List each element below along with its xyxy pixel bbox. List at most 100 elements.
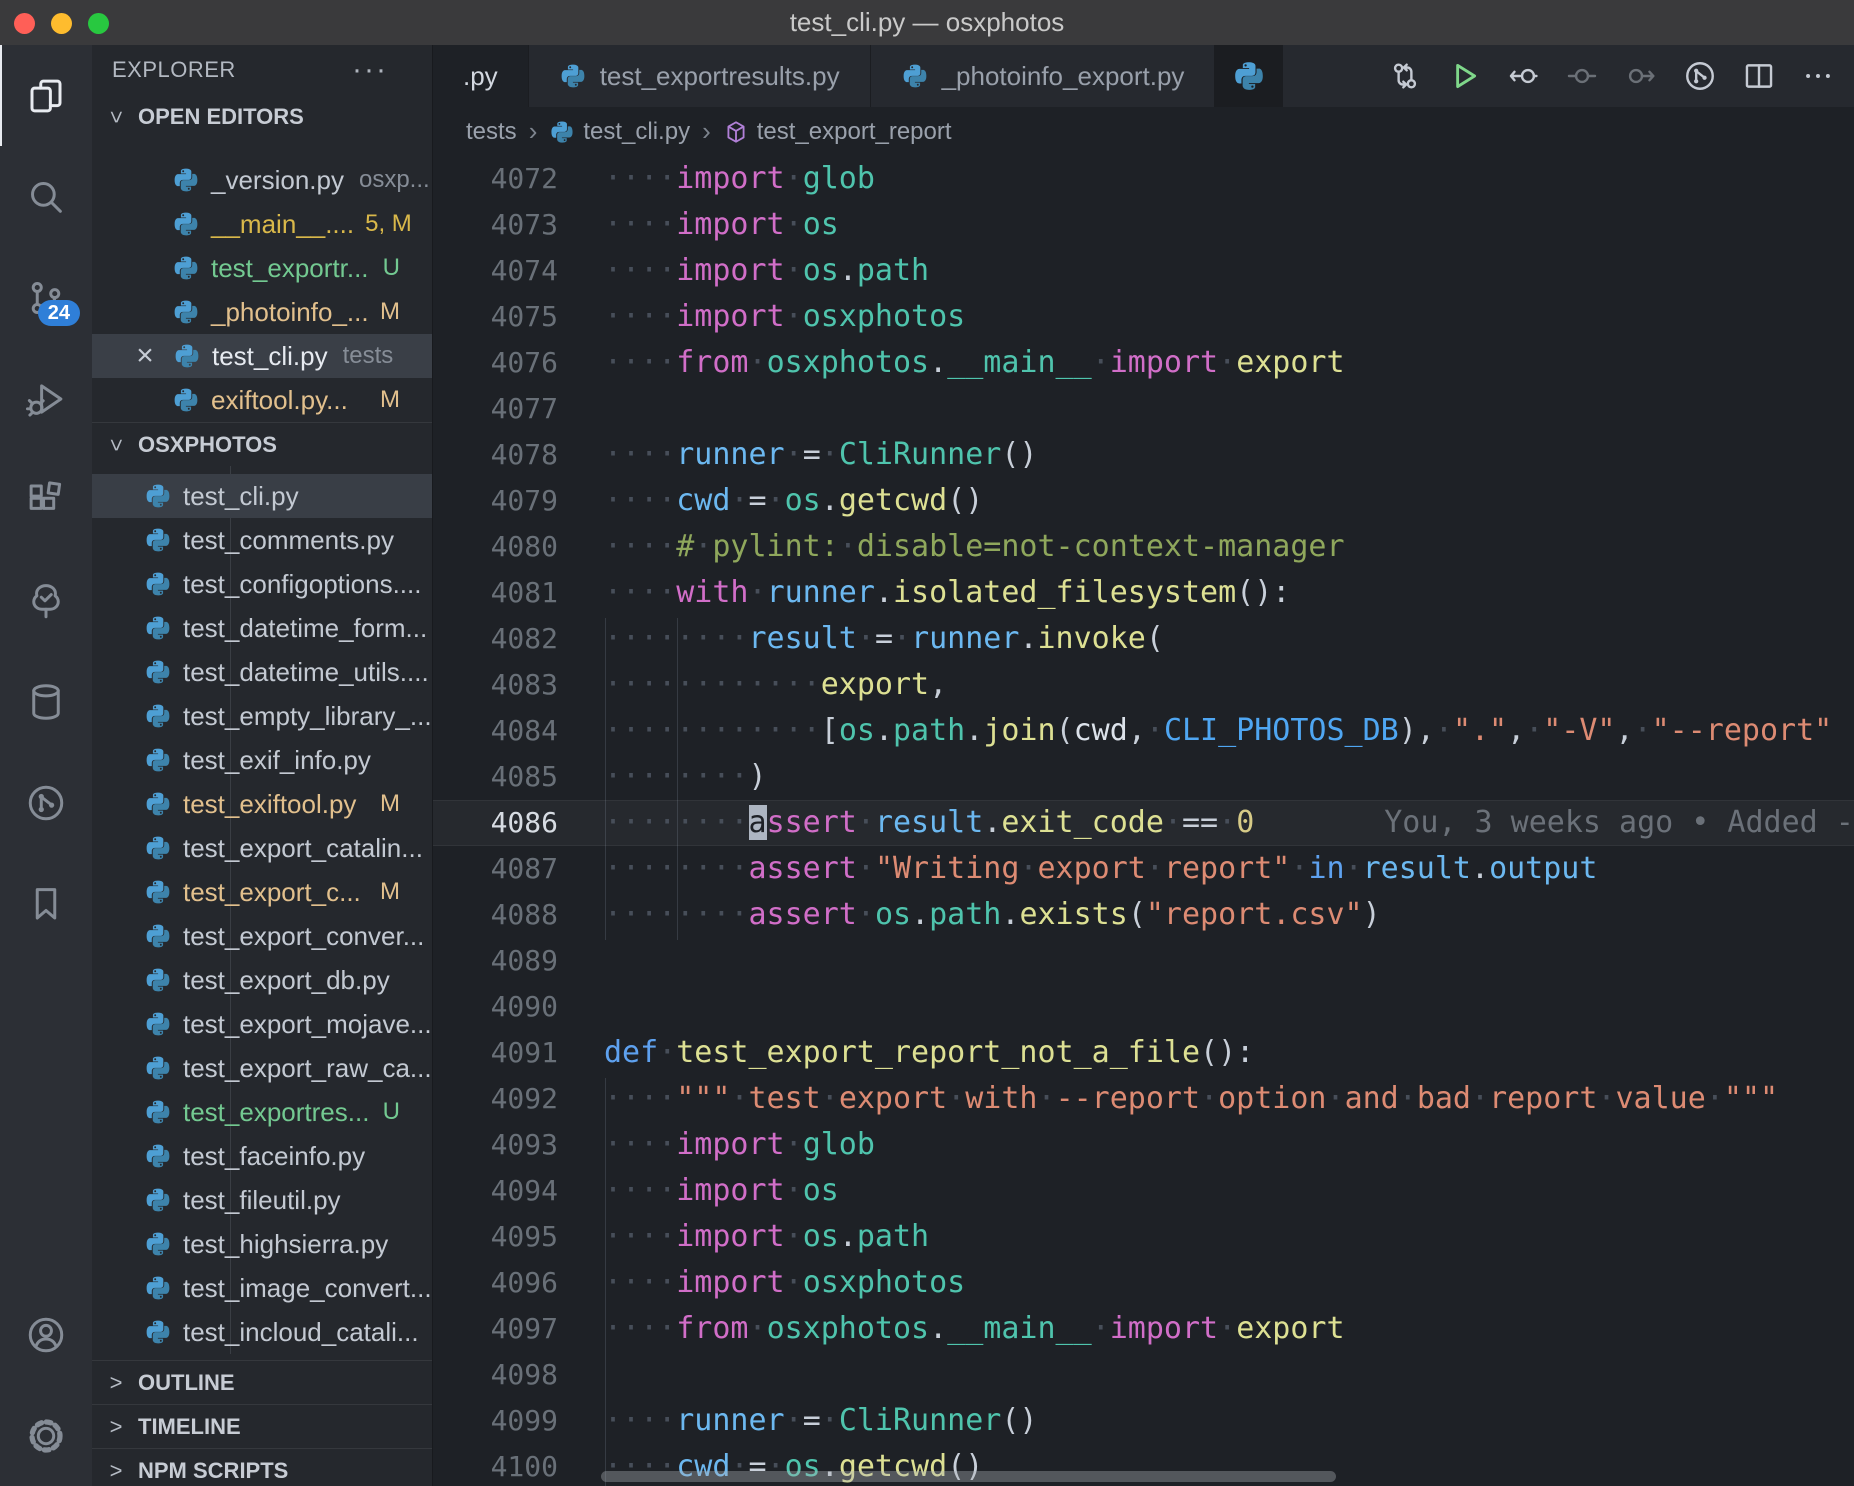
- code-line[interactable]: 4080····#·pylint:·disable=not-context-ma…: [433, 524, 1854, 570]
- compare-changes-button[interactable]: [1386, 57, 1424, 95]
- chevron-down-icon: >: [103, 105, 129, 129]
- python-icon: [144, 526, 172, 554]
- code-line[interactable]: 4087········assert·"Writing·export·repor…: [433, 846, 1854, 892]
- code-line[interactable]: 4093····import·glob: [433, 1122, 1854, 1168]
- tree-item[interactable]: test_exif_info.py: [92, 738, 432, 782]
- sidebar-section-timeline[interactable]: >TIMELINE: [92, 1404, 432, 1448]
- scm-changes-badge: 24: [38, 300, 80, 326]
- code-area[interactable]: 4072····import·glob4073····import·os4074…: [433, 156, 1854, 1486]
- horizontal-scrollbar[interactable]: [601, 1471, 1336, 1482]
- tree-item[interactable]: test_export_conver...: [92, 914, 432, 958]
- tree-item[interactable]: test_datetime_form...: [92, 606, 432, 650]
- code-line[interactable]: 4098: [433, 1352, 1854, 1398]
- code-line[interactable]: 4075····import·osxphotos: [433, 294, 1854, 340]
- tree-item[interactable]: test_export_catalin...: [92, 826, 432, 870]
- activity-item-git-graph[interactable]: [0, 752, 92, 853]
- activity-item-explorer[interactable]: [0, 45, 92, 146]
- code-line[interactable]: 4085········): [433, 754, 1854, 800]
- tree-item[interactable]: test_export_db.py: [92, 958, 432, 1002]
- file-name: test_empty_library_...: [183, 701, 432, 732]
- breadcrumb-item[interactable]: test_cli.py: [549, 118, 690, 146]
- tree-item[interactable]: test_exiftool.pyM: [92, 782, 432, 826]
- open-editors-header[interactable]: > OPEN EDITORS: [92, 95, 432, 138]
- code-line[interactable]: 4097····from·osxphotos.__main__·import·e…: [433, 1306, 1854, 1352]
- file-name: __main__....: [211, 209, 354, 240]
- activity-item-bookmarks[interactable]: [0, 853, 92, 954]
- code-line[interactable]: 4088········assert·os.path.exists("repor…: [433, 892, 1854, 938]
- activity-item-testing[interactable]: [0, 550, 92, 651]
- editor-tab[interactable]: .py: [433, 45, 529, 107]
- file-name: test_export_catalin...: [183, 833, 423, 864]
- activity-item-source-control[interactable]: 24: [0, 247, 92, 348]
- activity-item-extensions[interactable]: [0, 449, 92, 550]
- sidebar-more-icon[interactable]: ···: [352, 60, 388, 80]
- tree-item[interactable]: test_fileutil.py: [92, 1178, 432, 1222]
- code-line[interactable]: 4095····import·os.path: [433, 1214, 1854, 1260]
- code-line[interactable]: 4076····from·osxphotos.__main__·import·e…: [433, 340, 1854, 386]
- activity-item-search[interactable]: [0, 146, 92, 247]
- code-line[interactable]: 4091def·test_export_report_not_a_file():: [433, 1030, 1854, 1076]
- open-editor-item[interactable]: exiftool.py...M: [92, 378, 432, 422]
- code-line[interactable]: 4089: [433, 938, 1854, 984]
- editor-tab[interactable]: _photoinfo_export.py: [871, 45, 1216, 107]
- code-line[interactable]: 4084············[os.path.join(cwd,·CLI_P…: [433, 708, 1854, 754]
- code-line[interactable]: 4072····import·glob: [433, 156, 1854, 202]
- tree-item[interactable]: test_export_mojave...: [92, 1002, 432, 1046]
- activity-item-settings[interactable]: [0, 1385, 92, 1486]
- tree-item[interactable]: test_empty_library_...: [92, 694, 432, 738]
- more-actions-button[interactable]: [1799, 57, 1837, 95]
- code-line[interactable]: 4090: [433, 984, 1854, 1030]
- code-line[interactable]: 4082········result·=·runner.invoke(: [433, 616, 1854, 662]
- sidebar-header: EXPLORER ···: [92, 45, 432, 95]
- activity-item-account[interactable]: [0, 1284, 92, 1385]
- code-line[interactable]: 4078····runner·=·CliRunner(): [433, 432, 1854, 478]
- tree-item[interactable]: test_exportres...U: [92, 1090, 432, 1134]
- tree-item[interactable]: test_export_c...M: [92, 870, 432, 914]
- sidebar-section-npm-scripts[interactable]: >NPM SCRIPTS: [92, 1448, 432, 1486]
- tree-item[interactable]: test_configoptions....: [92, 562, 432, 606]
- breadcrumb-item[interactable]: tests: [466, 118, 517, 146]
- step-back-button[interactable]: [1504, 57, 1542, 95]
- step-over-button[interactable]: [1563, 57, 1601, 95]
- code-line[interactable]: 4077: [433, 386, 1854, 432]
- code-line[interactable]: 4094····import·os: [433, 1168, 1854, 1214]
- tree-item[interactable]: test_highsierra.py: [92, 1222, 432, 1266]
- run-file-button[interactable]: [1445, 57, 1483, 95]
- breadcrumb-item[interactable]: test_export_report: [723, 118, 952, 146]
- close-icon[interactable]: ×: [128, 339, 162, 373]
- tree-item[interactable]: test_datetime_utils....: [92, 650, 432, 694]
- sidebar-section-outline[interactable]: >OUTLINE: [92, 1360, 432, 1404]
- open-editors-label: OPEN EDITORS: [138, 104, 304, 130]
- code-line[interactable]: 4092····"""·test·export·with·--report·op…: [433, 1076, 1854, 1122]
- tree-item[interactable]: test_comments.py: [92, 518, 432, 562]
- active-language-python-icon[interactable]: [1215, 45, 1283, 107]
- split-editor-button[interactable]: [1740, 57, 1778, 95]
- code-line[interactable]: 4073····import·os: [433, 202, 1854, 248]
- open-editor-item[interactable]: _version.pyosxp...: [92, 158, 432, 202]
- tree-item[interactable]: test_incloud_catali...: [92, 1310, 432, 1354]
- code-line[interactable]: 4086········assert·result.exit_code·==·0…: [433, 800, 1854, 846]
- python-icon: [144, 834, 172, 862]
- open-editor-item[interactable]: _photoinfo_...M: [92, 290, 432, 334]
- code-line[interactable]: 4099····runner·=·CliRunner(): [433, 1398, 1854, 1444]
- vscode-window: { "window": { "title": "test_cli.py — os…: [0, 0, 1854, 1486]
- open-editor-item[interactable]: __main__.... 5, M: [92, 202, 432, 246]
- activity-item-database[interactable]: [0, 651, 92, 752]
- tree-item[interactable]: test_cli.py: [92, 474, 432, 518]
- code-line[interactable]: 4083············export,: [433, 662, 1854, 708]
- tree-item[interactable]: test_faceinfo.py: [92, 1134, 432, 1178]
- code-line[interactable]: 4081····with·runner.isolated_filesystem(…: [433, 570, 1854, 616]
- activity-item-run-and-debug[interactable]: [0, 348, 92, 449]
- code-line[interactable]: 4074····import·os.path: [433, 248, 1854, 294]
- open-editor-item[interactable]: test_exportr...U: [92, 246, 432, 290]
- editor-tab[interactable]: test_exportresults.py: [529, 45, 871, 107]
- tree-item[interactable]: test_export_raw_ca...: [92, 1046, 432, 1090]
- code-line[interactable]: 4079····cwd·=·os.getcwd(): [433, 478, 1854, 524]
- git-history-button[interactable]: [1681, 57, 1719, 95]
- project-section-header[interactable]: > OSXPHOTOS: [92, 422, 432, 466]
- git-status-badge: 5, M: [365, 210, 432, 238]
- open-editor-item[interactable]: ×test_cli.pytests: [92, 334, 432, 378]
- step-into-button[interactable]: [1622, 57, 1660, 95]
- code-line[interactable]: 4096····import·osxphotos: [433, 1260, 1854, 1306]
- tree-item[interactable]: test_image_convert...: [92, 1266, 432, 1310]
